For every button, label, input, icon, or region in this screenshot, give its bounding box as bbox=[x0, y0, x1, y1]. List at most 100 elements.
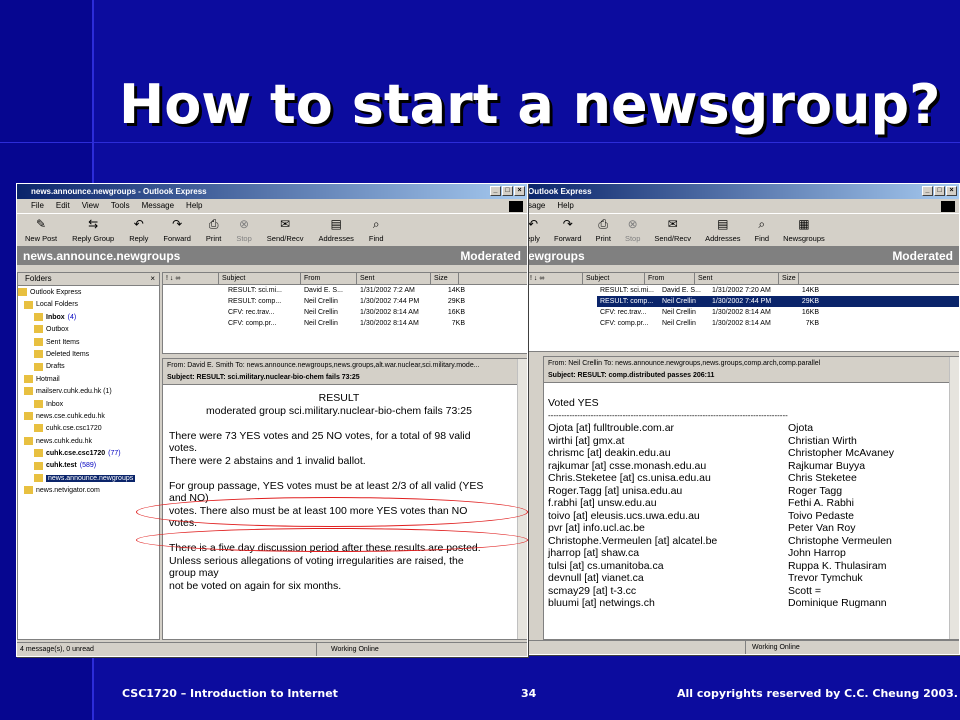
folder-item[interactable]: news.cuhk.edu.hk bbox=[18, 436, 159, 448]
reply-button[interactable]: ↶ eply bbox=[526, 214, 540, 246]
close-button[interactable]: × bbox=[946, 186, 957, 196]
folder-icon bbox=[34, 325, 43, 334]
folder-item[interactable]: Inbox bbox=[18, 399, 159, 411]
stop-button[interactable]: ⊗ Stop bbox=[625, 214, 640, 246]
preview-scrollbar[interactable] bbox=[949, 357, 959, 639]
menu-view[interactable]: View bbox=[82, 199, 99, 213]
column-size[interactable]: Size bbox=[779, 273, 799, 284]
message-row[interactable]: RESULT: sci.mi... David E. S... 1/31/2002 … bbox=[597, 285, 959, 296]
folders-header: Folders × bbox=[18, 273, 159, 286]
folder-item[interactable]: Sent Items bbox=[18, 337, 159, 349]
folder-item[interactable]: cuhk.cse.csc1720 bbox=[18, 423, 159, 435]
preview-scrollbar[interactable] bbox=[517, 359, 527, 639]
addresses-button[interactable]: ▤ Addresses bbox=[705, 214, 740, 246]
voter-email: toivo [at] eleusis.ucs.uwa.edu.au bbox=[548, 509, 700, 522]
folder-item[interactable]: Outlook Express bbox=[18, 287, 159, 299]
find-button[interactable]: ⌕ Find bbox=[369, 214, 384, 246]
message-row[interactable]: RESULT: sci.mi... David E. S... 1/31/2002 … bbox=[225, 285, 527, 296]
stop-icon: ⊗ bbox=[627, 217, 638, 231]
minimize-button[interactable]: _ bbox=[490, 186, 501, 196]
voter-email: pvr [at] info.ucl.ac.be bbox=[548, 522, 645, 534]
new-post-button[interactable]: ✎ New Post bbox=[25, 214, 57, 246]
folder-item[interactable]: cuhk.cse.csc1720 (77) bbox=[18, 448, 159, 460]
column-sent[interactable]: Sent bbox=[357, 273, 431, 284]
reply-icon: ↶ bbox=[527, 217, 539, 231]
close-button[interactable]: × bbox=[514, 186, 525, 196]
message-row[interactable]: CFV: rec.trav... Neil Crellin 1/30/2002 8:… bbox=[225, 307, 527, 318]
maximize-button[interactable]: □ bbox=[502, 186, 513, 196]
forward-icon: ↷ bbox=[172, 217, 183, 231]
status-bar: 4 message(s), 0 unread Working Online bbox=[17, 642, 527, 656]
slide-horizontal-rule bbox=[0, 142, 960, 143]
menu-edit[interactable]: Edit bbox=[56, 199, 70, 213]
message-list[interactable]: ! ↓ ∞ Subject From Sent Size RESULT: sci… bbox=[162, 272, 527, 354]
column-from[interactable]: From bbox=[645, 273, 695, 284]
folder-item[interactable]: news.netvigator.com bbox=[18, 485, 159, 497]
folder-item[interactable]: Drafts bbox=[18, 361, 159, 373]
menu-help[interactable]: Help bbox=[557, 199, 573, 213]
find-button[interactable]: ⌕ Find bbox=[755, 214, 770, 246]
reply-button[interactable]: ↶ Reply bbox=[129, 214, 148, 246]
folder-item[interactable]: Local Folders bbox=[18, 299, 159, 311]
reply-icon: ↶ bbox=[133, 217, 144, 231]
column-size[interactable]: Size bbox=[431, 273, 459, 284]
menu-file[interactable]: File bbox=[31, 199, 44, 213]
status-online: Working Online bbox=[331, 646, 379, 653]
folder-item[interactable]: Hotmail bbox=[18, 374, 159, 386]
body-line: For group passage, YES votes must be at … bbox=[169, 479, 484, 492]
folder-icon bbox=[18, 288, 27, 297]
menu-message[interactable]: sage bbox=[528, 199, 545, 213]
message-rows: RESULT: sci.mi... David E. S... 1/31/2002 … bbox=[527, 285, 959, 329]
send-receive-button[interactable]: ✉ Send/Recv bbox=[654, 214, 691, 246]
message-list-header: ! ↓ ∞ Subject From Sent Size bbox=[163, 273, 527, 285]
voter-name: Rajkumar Buyya bbox=[788, 459, 866, 472]
folder-item[interactable]: cuhk.test (589) bbox=[18, 460, 159, 472]
send-receive-button[interactable]: ✉ Send/Recv bbox=[267, 214, 304, 246]
newsgroups-button[interactable]: ▦ Newsgroups bbox=[783, 214, 825, 246]
folder-item[interactable]: news.cse.cuhk.edu.hk bbox=[18, 411, 159, 423]
message-row[interactable]: RESULT: comp... Neil Crellin 1/30/2002 7:4… bbox=[225, 296, 527, 307]
message-from: Neil Crellin bbox=[304, 320, 338, 327]
folder-label: Hotmail bbox=[36, 375, 60, 383]
maximize-button[interactable]: □ bbox=[934, 186, 945, 196]
reply-group-button[interactable]: ⇆ Reply Group bbox=[72, 214, 114, 246]
column-flags[interactable]: ! ↓ ∞ bbox=[163, 273, 219, 284]
voter-name: Christopher McAvaney bbox=[788, 447, 895, 459]
address-book-icon: ▤ bbox=[717, 217, 729, 231]
message-list[interactable]: ! ↓ ∞ Subject From Sent Size RESULT: sci… bbox=[526, 272, 959, 352]
print-button[interactable]: ⎙ Print bbox=[206, 214, 221, 246]
folder-icon bbox=[24, 412, 33, 421]
menu-tools[interactable]: Tools bbox=[111, 199, 130, 213]
folder-item[interactable]: Deleted Items bbox=[18, 349, 159, 361]
folder-item[interactable]: Outbox bbox=[18, 324, 159, 336]
minimize-button[interactable]: _ bbox=[922, 186, 933, 196]
message-row[interactable]: CFV: comp.pr... Neil Crellin 1/30/2002 8:1… bbox=[225, 318, 527, 329]
menu-message[interactable]: Message bbox=[142, 199, 174, 213]
send-receive-icon: ✉ bbox=[667, 217, 678, 231]
close-icon[interactable]: × bbox=[147, 273, 155, 285]
address-book-icon: ▤ bbox=[330, 217, 342, 231]
addresses-button[interactable]: ▤ Addresses bbox=[318, 214, 353, 246]
message-row[interactable]: RESULT: comp... Neil Crellin 1/30/2002 7:4… bbox=[597, 296, 959, 307]
stop-button[interactable]: ⊗ Stop bbox=[236, 214, 251, 246]
forward-button[interactable]: ↷ Forward bbox=[554, 214, 582, 246]
message-row[interactable]: CFV: rec.trav... Neil Crellin 1/30/2002 8:… bbox=[597, 307, 959, 318]
voter-name: Trevor Tymchuk bbox=[788, 572, 863, 584]
column-flags[interactable]: ! ↓ ∞ bbox=[527, 273, 583, 284]
print-button[interactable]: ⎙ Print bbox=[596, 214, 611, 246]
folder-item[interactable]: mailserv.cuhk.edu.hk (1) bbox=[18, 386, 159, 398]
moderated-label: Moderated bbox=[892, 249, 953, 263]
message-row[interactable]: CFV: comp.pr... Neil Crellin 1/30/2002 8:1… bbox=[597, 318, 959, 329]
folder-label: Deleted Items bbox=[46, 350, 90, 358]
column-sent[interactable]: Sent bbox=[695, 273, 779, 284]
column-subject[interactable]: Subject bbox=[583, 273, 645, 284]
folder-item[interactable]: news.announce.newgroups bbox=[18, 473, 159, 485]
menu-help[interactable]: Help bbox=[186, 199, 202, 213]
folder-item[interactable]: Inbox (4) bbox=[18, 312, 159, 324]
forward-button[interactable]: ↷ Forward bbox=[163, 214, 191, 246]
window-title: Outlook Express bbox=[528, 187, 592, 196]
message-body: RESULT moderated group sci.military.nucle… bbox=[163, 385, 515, 592]
column-subject[interactable]: Subject bbox=[219, 273, 301, 284]
column-from[interactable]: From bbox=[301, 273, 357, 284]
message-sent: 1/31/2002 7:20 AM bbox=[712, 287, 771, 294]
